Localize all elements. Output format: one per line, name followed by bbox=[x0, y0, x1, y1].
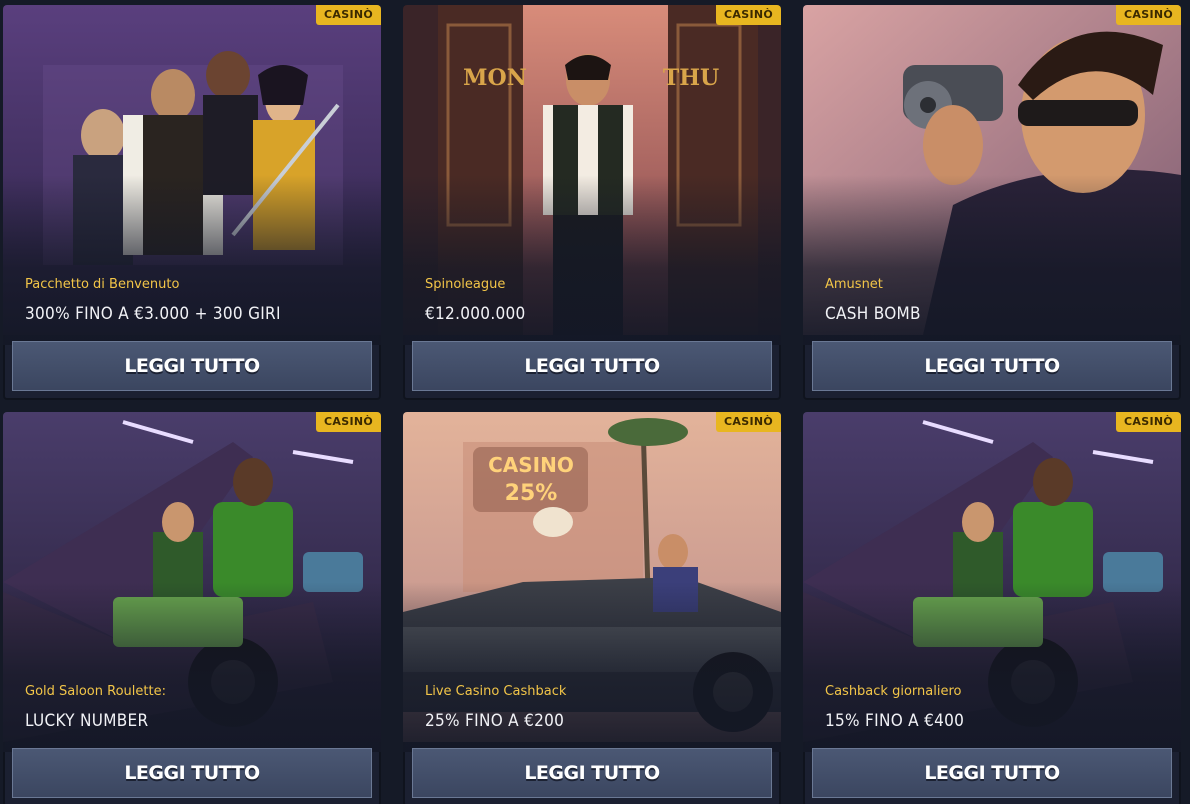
casino-badge: CASINÒ bbox=[1116, 412, 1181, 432]
promo-provider: Pacchetto di Benvenuto bbox=[25, 277, 180, 292]
promo-provider: Gold Saloon Roulette: bbox=[25, 684, 166, 699]
sign-text-percent: 25% bbox=[505, 481, 558, 506]
promo-offer: €12.000.000 bbox=[425, 304, 526, 324]
promo-provider: Live Casino Cashback bbox=[425, 684, 567, 699]
promo-offer: LUCKY NUMBER bbox=[25, 711, 149, 731]
promo-card[interactable]: MON THU CASINÒ Spinoleague €12.000.000 L… bbox=[403, 5, 781, 400]
casino-badge: CASINÒ bbox=[716, 412, 781, 432]
casino-badge: CASINÒ bbox=[316, 5, 381, 25]
read-more-button[interactable]: LEGGI TUTTO bbox=[812, 748, 1172, 798]
promo-offer: 25% FINO A €200 bbox=[425, 711, 565, 731]
sign-text-casino: CASINO bbox=[488, 453, 574, 477]
promo-card[interactable]: CASINÒ Gold Saloon Roulette: LUCKY NUMBE… bbox=[3, 412, 381, 804]
promo-offer: 15% FINO A €400 bbox=[825, 711, 965, 731]
promo-card[interactable]: CASINÒ Cashback giornaliero 15% FINO A €… bbox=[803, 412, 1181, 804]
read-more-button[interactable]: LEGGI TUTTO bbox=[12, 341, 372, 391]
promo-offer: CASH BOMB bbox=[825, 304, 921, 324]
read-more-button[interactable]: LEGGI TUTTO bbox=[812, 341, 1172, 391]
door-text-thu: THU bbox=[663, 65, 719, 91]
read-more-button[interactable]: LEGGI TUTTO bbox=[412, 748, 772, 798]
read-more-button[interactable]: LEGGI TUTTO bbox=[412, 341, 772, 391]
promo-card[interactable]: CASINO 25% CASINÒ Live Casino Cashback 2… bbox=[403, 412, 781, 804]
casino-badge: CASINÒ bbox=[316, 412, 381, 432]
promo-provider: Cashback giornaliero bbox=[825, 684, 962, 699]
promo-provider: Spinoleague bbox=[425, 277, 506, 292]
read-more-button[interactable]: LEGGI TUTTO bbox=[12, 748, 372, 798]
promotions-grid: CASINÒ Pacchetto di Benvenuto 300% FINO … bbox=[0, 0, 1190, 804]
door-text-mon: MON bbox=[463, 65, 527, 91]
promo-card[interactable]: CASINÒ Pacchetto di Benvenuto 300% FINO … bbox=[3, 5, 381, 400]
promo-offer: 300% FINO A €3.000 + 300 GIRI bbox=[25, 304, 281, 324]
promo-card[interactable]: CASINÒ Amusnet CASH BOMB LEGGI TUTTO bbox=[803, 5, 1181, 400]
casino-badge: CASINÒ bbox=[716, 5, 781, 25]
promo-provider: Amusnet bbox=[825, 277, 883, 292]
casino-badge: CASINÒ bbox=[1116, 5, 1181, 25]
